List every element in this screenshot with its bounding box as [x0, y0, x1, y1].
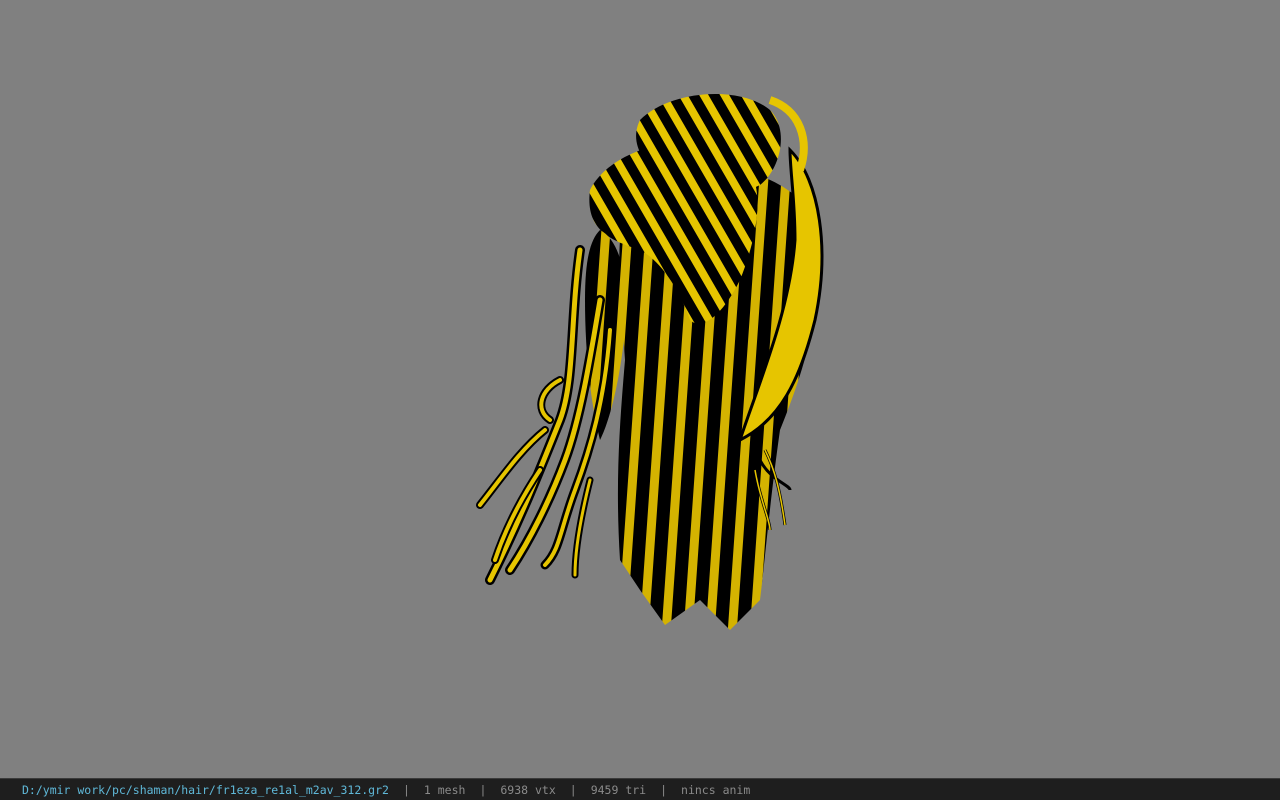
- hair-model-render: [476, 93, 824, 630]
- status-separator: |: [569, 782, 577, 797]
- status-bar: D:/ymir work/pc/shaman/hair/fr1eza_re1al…: [0, 778, 1280, 800]
- triangle-count-label: 9459 tri: [590, 782, 647, 797]
- file-path-label: D:/ymir work/pc/shaman/hair/fr1eza_re1al…: [22, 782, 389, 797]
- vertex-count-label: 6938 vtx: [500, 782, 556, 797]
- status-separator: |: [660, 782, 668, 797]
- status-separator: |: [402, 782, 410, 797]
- status-separator: |: [479, 782, 487, 797]
- animation-status-label: nincs anim: [681, 782, 751, 797]
- 3d-viewport[interactable]: [0, 0, 1280, 778]
- mesh-count-label: 1 mesh: [423, 782, 466, 797]
